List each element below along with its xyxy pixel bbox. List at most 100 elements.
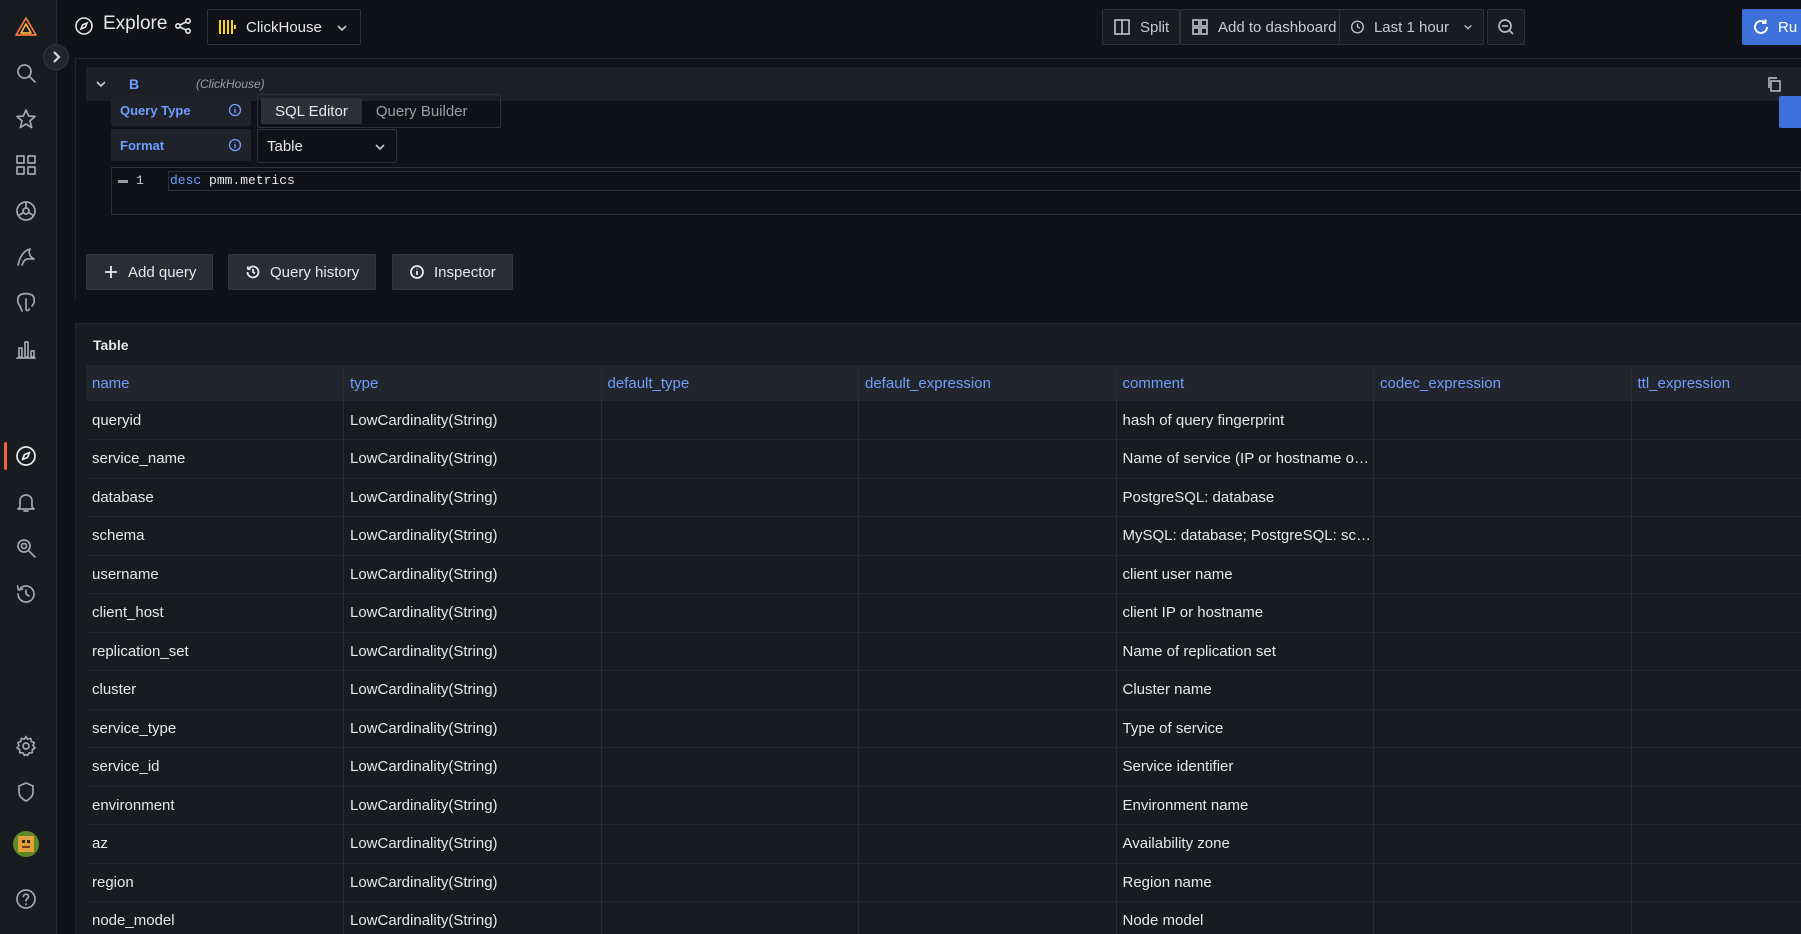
add-query-label: Add query: [128, 263, 197, 281]
table-cell: [1631, 593, 1801, 633]
plus-icon: [105, 266, 117, 278]
mysql-icon[interactable]: [11, 242, 41, 272]
zoom-out-button[interactable]: [1487, 9, 1525, 45]
info-icon: [410, 265, 424, 279]
info-icon[interactable]: [228, 138, 242, 152]
table-cell: database: [86, 478, 344, 517]
history-icon[interactable]: [11, 579, 41, 609]
dashboards-icon: [1192, 19, 1208, 35]
table-row: cluster LowCardinality(String) Cluster nam…: [86, 670, 1801, 710]
bar-chart-icon[interactable]: [11, 334, 41, 364]
add-query-button[interactable]: Add query: [86, 254, 214, 290]
chevron-down-icon: [337, 25, 347, 32]
query-history-label: Query history: [270, 263, 360, 281]
format-value: Table: [267, 137, 303, 155]
table-cell: [858, 593, 1117, 633]
panel-title: Table: [93, 337, 129, 353]
grafana-logo-icon[interactable]: [11, 12, 41, 42]
table-cell: LowCardinality(String): [343, 786, 602, 825]
column-header-default-expression[interactable]: default_expression: [858, 365, 1117, 401]
column-header-name[interactable]: name: [86, 365, 344, 401]
user-avatar[interactable]: [13, 831, 39, 857]
table-cell: [1631, 709, 1801, 748]
table-row: queryid LowCardinality(String) hash of que…: [86, 401, 1801, 440]
table-cell: [1631, 632, 1801, 671]
format-select[interactable]: Table: [257, 129, 397, 163]
sql-editor-option[interactable]: SQL Editor: [261, 98, 362, 124]
column-header-ttl-expression[interactable]: ttl_expression: [1631, 365, 1801, 401]
table-cell: LowCardinality(String): [343, 516, 602, 556]
format-label-text: Format: [120, 137, 165, 153]
table-cell: Cluster name: [1116, 670, 1374, 710]
shield-icon[interactable]: [11, 777, 41, 807]
table-cell: [1373, 401, 1632, 440]
explore-compass-icon[interactable]: [11, 441, 41, 471]
share-icon[interactable]: [174, 17, 192, 35]
table-cell: [1631, 555, 1801, 594]
query-editor-panel: B (ClickHouse) Query Type SQL Editor Que…: [75, 58, 1801, 300]
table-cell: service_name: [86, 439, 344, 479]
table-cell: [1373, 632, 1632, 671]
table-cell: [601, 863, 859, 902]
query-ref-id[interactable]: B: [129, 76, 139, 92]
datasource-picker[interactable]: ClickHouse: [207, 9, 361, 45]
column-header-comment[interactable]: comment: [1116, 365, 1374, 401]
settings-gear-icon[interactable]: [11, 731, 41, 761]
refresh-icon: [1754, 19, 1768, 34]
dashboards-icon[interactable]: [11, 150, 41, 180]
split-button[interactable]: Split: [1102, 9, 1181, 45]
table-cell: Name of replication set: [1116, 632, 1374, 671]
table-cell: [601, 593, 859, 633]
table-cell: [1373, 824, 1632, 864]
run-query-button[interactable]: Ru: [1742, 9, 1801, 45]
column-header-codec-expression[interactable]: codec_expression: [1373, 365, 1632, 401]
sql-code-editor[interactable]: 1 desc pmm.metrics: [111, 167, 1801, 215]
pmm-dashboard-icon[interactable]: [11, 196, 41, 226]
table-cell: [601, 555, 859, 594]
postgresql-icon[interactable]: [11, 288, 41, 318]
star-icon[interactable]: [11, 104, 41, 134]
add-to-dashboard-button[interactable]: Add to dashboard: [1180, 9, 1348, 45]
duplicate-icon[interactable]: [1767, 77, 1782, 92]
inspector-button[interactable]: Inspector: [392, 254, 513, 290]
fold-toggle[interactable]: [118, 180, 128, 183]
table-cell: [601, 747, 859, 787]
column-header-type[interactable]: type: [343, 365, 602, 401]
alerting-bell-icon[interactable]: [11, 487, 41, 517]
table-cell: [858, 786, 1117, 825]
table-row: service_id LowCardinality(String) Service …: [86, 747, 1801, 787]
table-cell: Region name: [1116, 863, 1374, 902]
table-cell: LowCardinality(String): [343, 747, 602, 787]
current-line-highlight: [168, 171, 1801, 191]
table-cell: LowCardinality(String): [343, 670, 602, 710]
sidebar-expand-button[interactable]: [43, 44, 69, 70]
table-row: database LowCardinality(String) PostgreSQL…: [86, 478, 1801, 517]
collapse-chevron-icon[interactable]: [95, 78, 107, 90]
query-type-label: Query Type: [111, 94, 251, 126]
table-cell: [1373, 863, 1632, 902]
inspector-label: Inspector: [434, 263, 496, 281]
sql-code-line[interactable]: desc pmm.metrics: [170, 173, 295, 188]
table-cell: [601, 478, 859, 517]
search-icon[interactable]: [11, 58, 41, 88]
table-row: region LowCardinality(String) Region name: [86, 863, 1801, 902]
info-icon[interactable]: [228, 103, 242, 117]
table-cell: [858, 670, 1117, 710]
table-row: az LowCardinality(String) Availability zon…: [86, 824, 1801, 864]
table-cell: LowCardinality(String): [343, 632, 602, 671]
table-cell: [1631, 901, 1801, 934]
table-row: service_name LowCardinality(String) Name o…: [86, 439, 1801, 479]
query-builder-option[interactable]: Query Builder: [362, 98, 482, 124]
query-analytics-icon[interactable]: [11, 533, 41, 563]
table-header-row: name type default_type default_expression co…: [86, 365, 1801, 401]
table-cell: replication_set: [86, 632, 344, 671]
help-icon[interactable]: [11, 884, 41, 914]
run-query-edge-button[interactable]: [1779, 96, 1801, 128]
table-cell: [1631, 478, 1801, 517]
table-cell: Type of service: [1116, 709, 1374, 748]
query-history-button[interactable]: Query history: [228, 254, 377, 290]
table-cell: service_type: [86, 709, 344, 748]
results-table: name type default_type default_expression co…: [86, 365, 1801, 934]
time-range-picker[interactable]: Last 1 hour: [1339, 9, 1484, 45]
column-header-default-type[interactable]: default_type: [601, 365, 859, 401]
